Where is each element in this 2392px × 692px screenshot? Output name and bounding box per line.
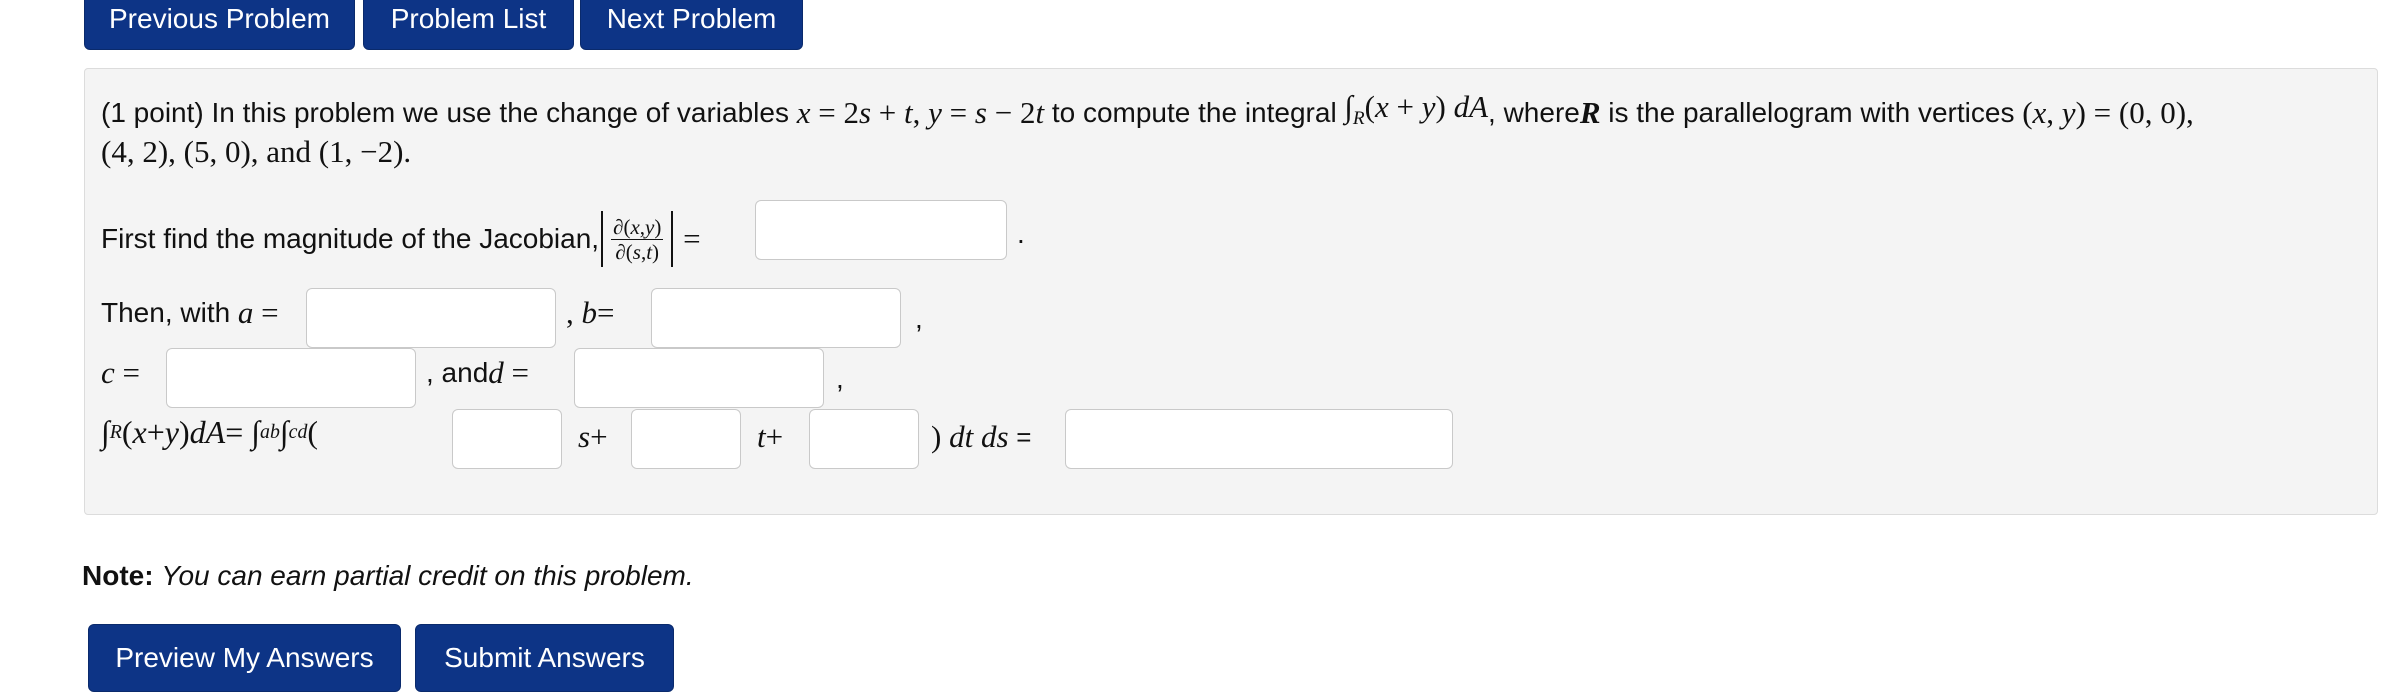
note-text: You can earn partial credit on this prob… [161, 560, 694, 591]
jacobian-math: ∂(x,y) ∂(s,t) = [599, 211, 701, 267]
c-input[interactable] [166, 348, 416, 408]
a-variable: a = [237, 295, 279, 330]
vertices-line: (4, 2), (5, 0), and (1, −2). [101, 134, 412, 169]
submit-answers-button[interactable]: Submit Answers [415, 624, 674, 692]
change-of-variables-math: x = 2s + t, y = s − 2t [796, 95, 1045, 131]
s-plus: s + [578, 419, 608, 454]
d-input[interactable] [574, 348, 824, 408]
comma-2: , [836, 363, 844, 394]
constant-input[interactable] [809, 409, 919, 469]
intro-text-3: , where [1488, 97, 1580, 129]
jacobian-prompt: First find the magnitude of the Jacobian… [101, 223, 600, 254]
integral-math: ∫R(x + y) dA [1336, 89, 1489, 130]
b-input[interactable] [651, 288, 901, 348]
c-variable: c = [101, 355, 140, 390]
comma: , [915, 303, 923, 334]
vertex-math: (x, y) = (0, 0), [2014, 95, 2194, 131]
jacobian-line: First find the magnitude of the Jacobian… [101, 209, 701, 269]
iterated-integral-math: ∫ R(x + y) dA = ∫ a b ∫ c d ( [101, 414, 319, 450]
a-input[interactable] [306, 288, 556, 348]
previous-problem-button[interactable]: Previous Problem [84, 0, 355, 50]
d-variable: d = [488, 355, 530, 390]
preview-answers-button[interactable]: Preview My Answers [88, 624, 401, 692]
problem-panel: (1 point) In this problem we use the cha… [84, 68, 2378, 515]
then-with-line: Then, with a = [101, 295, 279, 331]
period: . [1017, 218, 1025, 249]
partial-credit-note: Note: You can earn partial credit on thi… [82, 560, 694, 592]
note-label: Note: [82, 560, 154, 591]
intro-text-2: to compute the integral [1051, 97, 1337, 129]
problem-statement: (1 point) In this problem we use the cha… [101, 89, 2194, 137]
problem-list-button[interactable]: Problem List [363, 0, 574, 50]
integral-result-input[interactable] [1065, 409, 1453, 469]
t-coefficient-input[interactable] [631, 409, 741, 469]
region-r-math: R [1579, 95, 1601, 131]
dt-ds: ) dt ds = [931, 419, 1032, 454]
intro-text-4: is the parallelogram with vertices [1608, 97, 2015, 129]
and-text: , and [426, 357, 489, 388]
intro-text: (1 point) In this problem we use the cha… [101, 97, 789, 129]
t-plus: t + [757, 419, 784, 454]
next-problem-button[interactable]: Next Problem [580, 0, 803, 50]
s-coefficient-input[interactable] [452, 409, 562, 469]
and-d-line: , and d = [426, 355, 529, 391]
then-with-text: Then, with [101, 297, 231, 328]
b-variable: , b = [566, 295, 615, 330]
jacobian-input[interactable] [755, 200, 1007, 260]
